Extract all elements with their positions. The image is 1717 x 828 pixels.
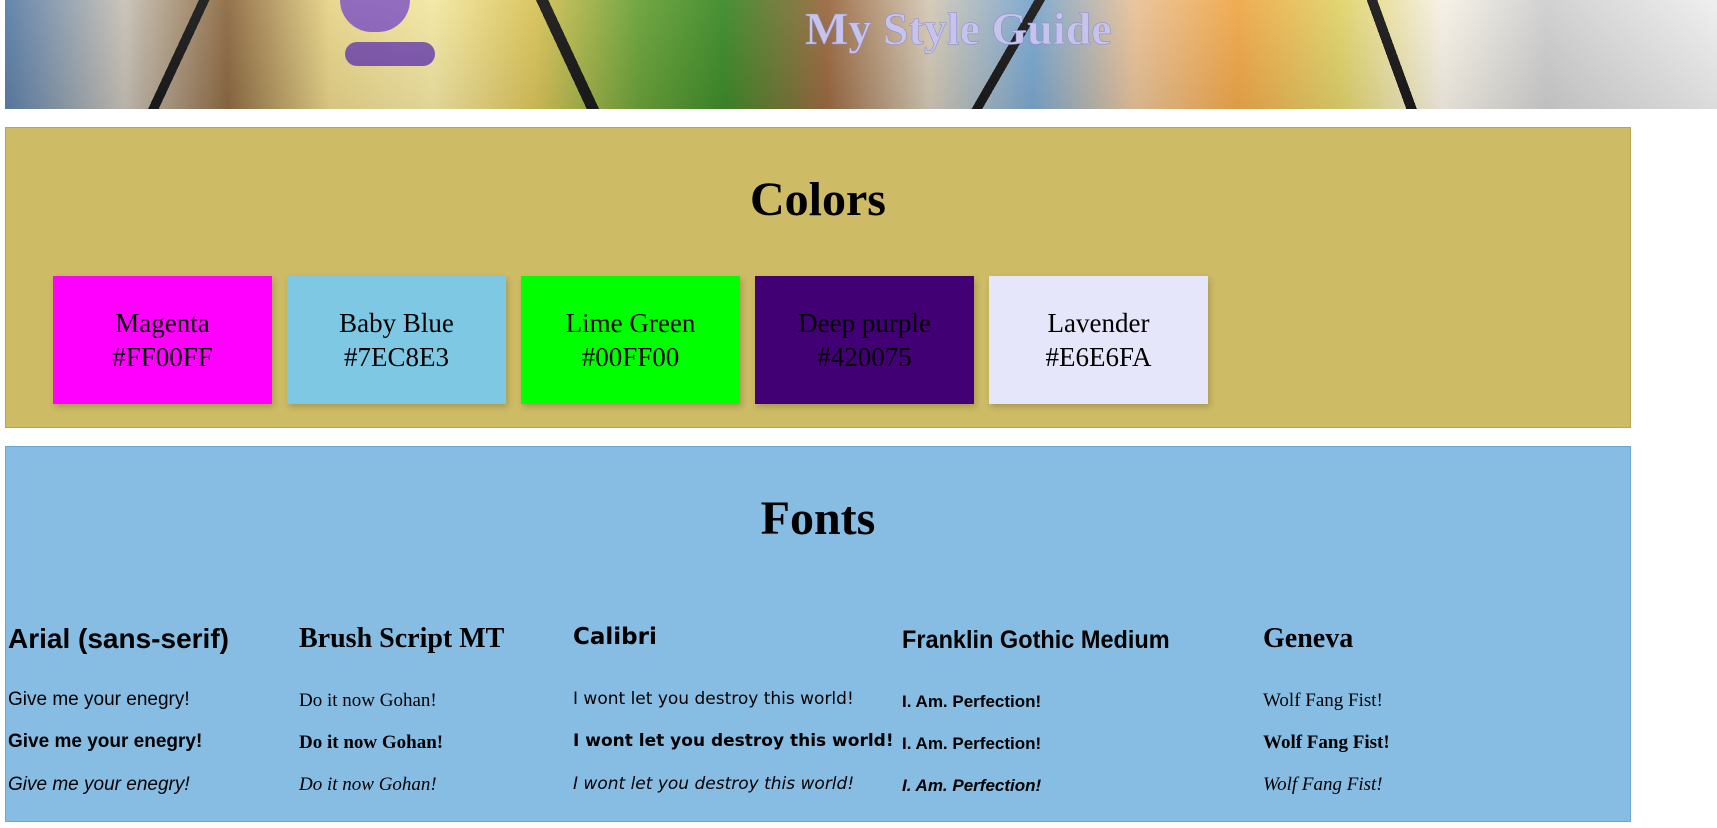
font-sample-bold: I wont let you destroy this world! (573, 731, 894, 751)
swatch-lime-green: Lime Green #00FF00 (521, 276, 740, 404)
swatch-baby-blue: Baby Blue #7EC8E3 (287, 276, 506, 404)
swatch-name: Deep purple (798, 308, 931, 338)
banner-artwork-detail (345, 42, 435, 66)
font-sample-italic: I wont let you destroy this world! (573, 774, 855, 794)
colors-heading: Colors (750, 173, 886, 226)
font-name: Franklin Gothic Medium (902, 626, 1170, 654)
font-sample-regular: I wont let you destroy this world! (573, 689, 854, 709)
colors-section: Colors Magenta #FF00FF Baby Blue #7EC8E3… (5, 127, 1631, 428)
swatch-hex: #00FF00 (581, 342, 680, 372)
banner-artwork (340, 0, 410, 32)
swatch-name: Lime Green (565, 308, 696, 338)
font-sample-italic: Give me your enegry! (8, 774, 190, 795)
swatch-hex: #7EC8E3 (344, 342, 449, 372)
font-name: Arial (sans-serif) (8, 623, 229, 654)
header-banner: My Style Guide (5, 0, 1717, 109)
font-name: Geneva (1263, 623, 1354, 654)
font-sample-italic: Wolf Fang Fist! (1263, 774, 1383, 795)
font-sample-regular: Do it now Gohan! (299, 690, 437, 711)
swatch-name: Baby Blue (339, 308, 454, 338)
font-sample-bold: I. Am. Perfection! (902, 734, 1042, 753)
font-sample-italic: I. Am. Perfection! (902, 776, 1042, 795)
swatch-hex: #E6E6FA (1045, 342, 1152, 372)
page-title: My Style Guide (805, 3, 1112, 55)
swatch-lavender: Lavender #E6E6FA (989, 276, 1208, 404)
swatch-hex: #420075 (817, 342, 912, 372)
font-sample-regular: Give me your enegry! (8, 689, 190, 710)
swatch-hex: #FF00FF (112, 342, 213, 372)
swatch-name: Lavender (1047, 308, 1150, 338)
font-sample-bold: Do it now Gohan! (299, 732, 444, 753)
font-sample-regular: I. Am. Perfection! (902, 692, 1042, 711)
font-sample-bold: Wolf Fang Fist! (1263, 732, 1390, 753)
font-sample-bold: Give me your enegry! (8, 731, 203, 752)
swatch-name: Magenta (115, 308, 210, 338)
swatch-magenta: Magenta #FF00FF (53, 276, 272, 404)
font-sample-regular: Wolf Fang Fist! (1263, 690, 1383, 711)
font-sample-italic: Do it now Gohan! (299, 774, 437, 795)
fonts-heading: Fonts (760, 492, 876, 545)
font-name: Brush Script MT (299, 623, 505, 654)
swatch-deep-purple: Deep purple #420075 (755, 276, 974, 404)
font-name: Calibri (573, 624, 657, 650)
fonts-section: Fonts Arial (sans-serif) Give me your en… (5, 446, 1631, 822)
